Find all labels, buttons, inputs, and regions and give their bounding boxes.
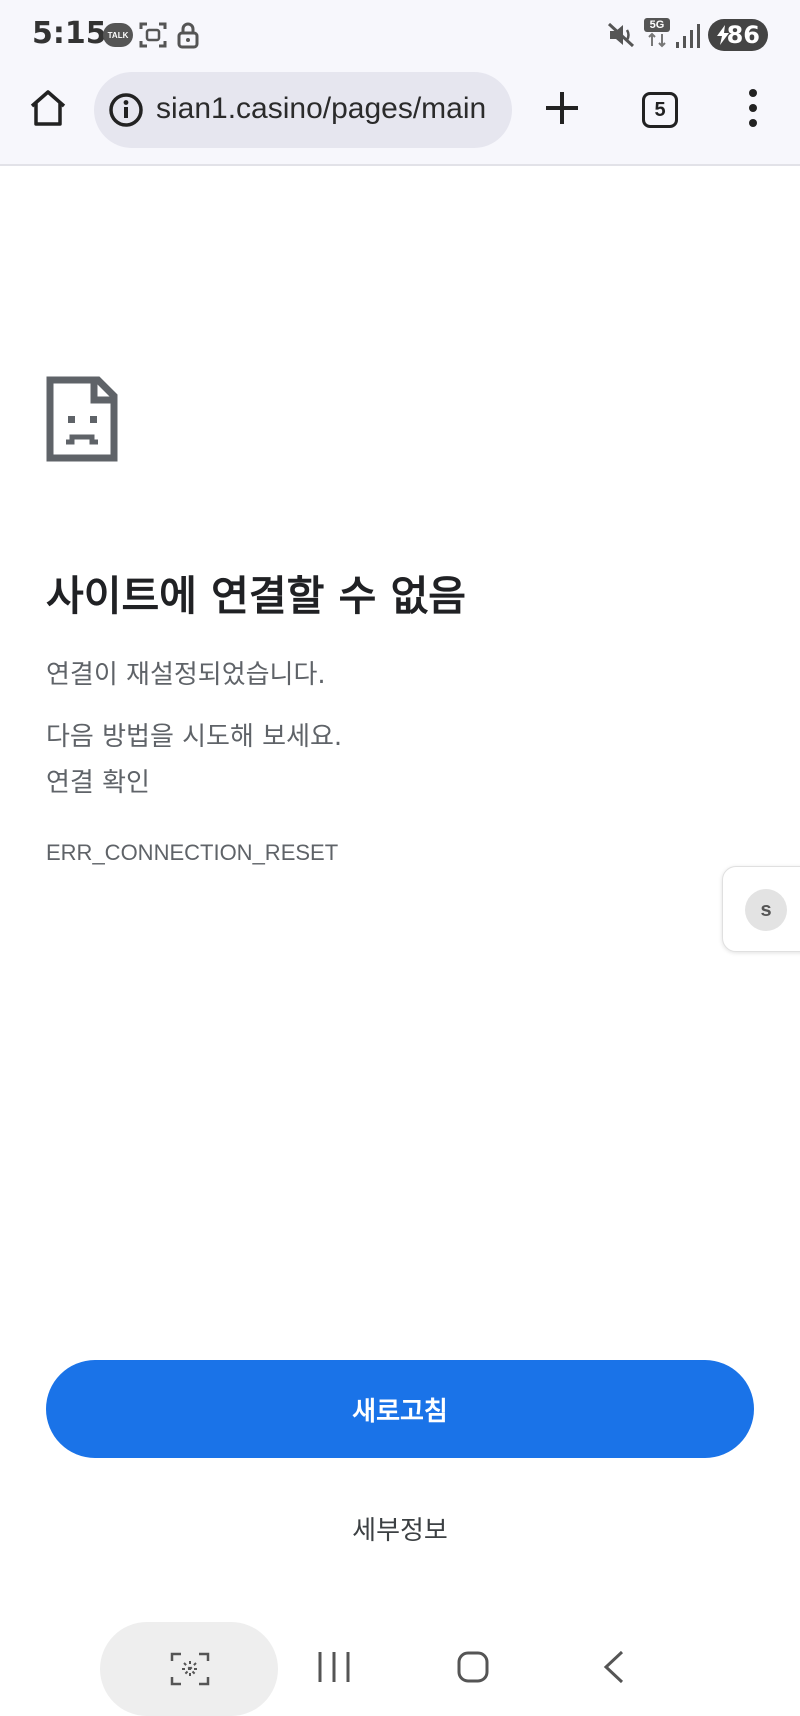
info-icon[interactable]	[108, 92, 144, 128]
back-icon[interactable]	[602, 1650, 626, 1684]
browser-error-page: 5:15 TALK 5G 86 sian1.casino/pages/main …	[0, 0, 800, 1716]
network-label: 5G	[644, 18, 670, 32]
scan-icon[interactable]	[170, 1652, 210, 1686]
error-message: 연결이 재설정되었습니다.	[46, 660, 326, 690]
home-nav-icon[interactable]	[456, 1650, 490, 1684]
sad-page-icon	[46, 376, 118, 462]
recents-icon[interactable]	[316, 1650, 352, 1684]
home-icon[interactable]	[26, 86, 70, 130]
details-button[interactable]: 세부정보	[300, 1510, 500, 1550]
status-time: 5:15	[32, 16, 107, 51]
battery-icon: 86	[708, 19, 768, 51]
error-code: ERR_CONNECTION_RESET	[46, 840, 339, 865]
data-arrows-icon	[648, 32, 666, 48]
floating-side-panel[interactable]: s	[722, 866, 800, 952]
suggestion-intro: 다음 방법을 시도해 보세요.	[46, 722, 343, 752]
url-text[interactable]: sian1.casino/pages/main	[156, 92, 506, 126]
address-bar[interactable]: sian1.casino/pages/main	[94, 72, 512, 148]
more-vert-icon[interactable]	[736, 86, 770, 130]
lock-icon	[177, 22, 199, 49]
mute-icon	[607, 22, 635, 48]
signal-icon	[676, 24, 700, 48]
tab-switcher-icon[interactable]: 5	[642, 92, 678, 128]
suggestion-item: 연결 확인	[46, 768, 150, 798]
screenshot-icon	[139, 22, 167, 48]
talk-icon: TALK	[103, 23, 133, 47]
avatar[interactable]: s	[745, 889, 787, 931]
system-nav-bar	[0, 1620, 800, 1716]
battery-level: 86	[726, 21, 760, 49]
charging-bolt-icon	[717, 25, 729, 45]
error-title: 사이트에 연결할 수 없음	[46, 572, 467, 620]
status-bar: 5:15 TALK 5G 86	[0, 0, 800, 68]
network-5g-icon: 5G	[644, 18, 670, 48]
browser-toolbar: sian1.casino/pages/main 5	[0, 68, 800, 166]
plus-icon[interactable]	[540, 86, 584, 130]
reload-button[interactable]: 새로고침	[46, 1360, 754, 1458]
scan-button[interactable]	[100, 1622, 278, 1716]
